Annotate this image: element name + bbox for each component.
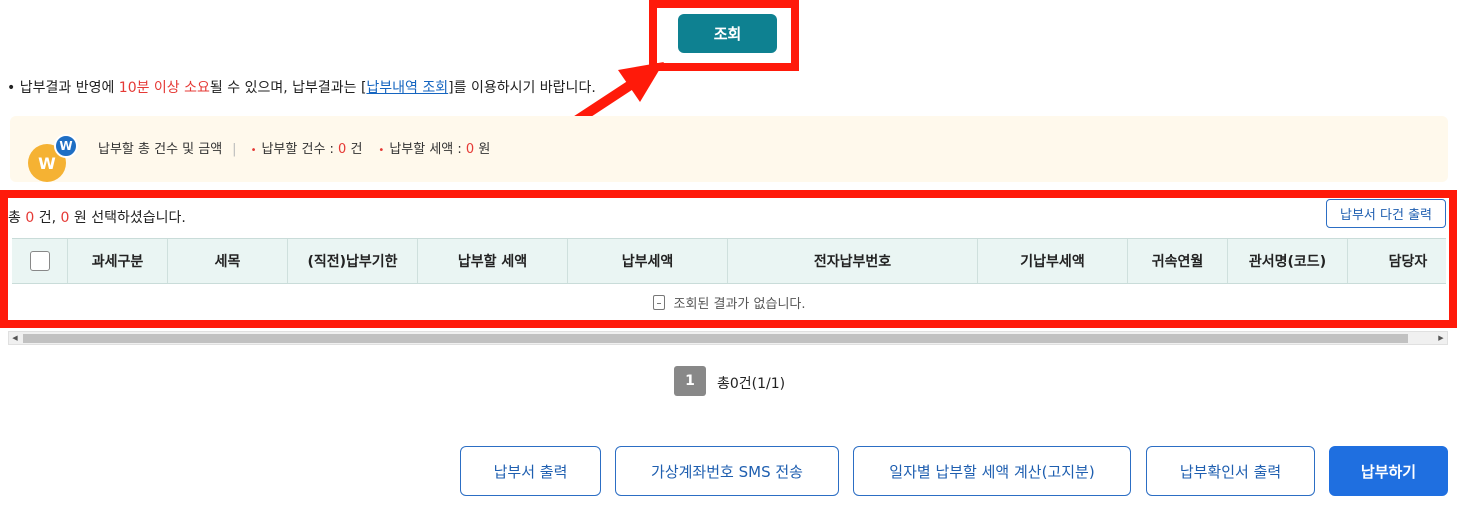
page-1-button[interactable]: 1 <box>674 366 706 396</box>
amount-unit: 원 <box>474 142 491 157</box>
payment-confirmation-button[interactable]: 납부확인서 출력 <box>1146 446 1315 496</box>
sms-virtual-account-button[interactable]: 가상계좌번호 SMS 전송 <box>615 446 839 496</box>
table-highlight <box>0 190 1457 328</box>
bullet-icon: • <box>378 145 385 156</box>
notice-text: • 납부결과 반영에 10분 이상 소요될 수 있으며, 납부결과는 [납부내역… <box>7 77 596 97</box>
notice-highlight: 10분 이상 소요 <box>118 80 210 96</box>
summary-title: 납부할 총 건수 및 금액 <box>98 142 223 157</box>
pay-button[interactable]: 납부하기 <box>1329 446 1448 496</box>
notice-part2: 될 수 있으며, 납부결과는 [ <box>209 80 367 96</box>
print-bill-button[interactable]: 납부서 출력 <box>460 446 601 496</box>
logo-w-small: W <box>54 134 78 158</box>
amount-value: 0 <box>465 142 475 157</box>
amount-label: 납부할 세액 : <box>389 142 466 157</box>
bullet-icon: • <box>250 145 257 156</box>
count-label: 납부할 건수 : <box>261 142 339 157</box>
count-unit: 건 <box>346 142 363 157</box>
horizontal-scrollbar[interactable]: ◀ ▶ <box>8 331 1448 345</box>
page-total-text: 총0건(1/1) <box>717 376 786 392</box>
notice-part1: 납부결과 반영에 <box>19 80 119 96</box>
divider: | <box>232 142 237 157</box>
payment-history-link[interactable]: 납부내역 조회 <box>366 80 448 96</box>
bullet: • <box>7 80 16 96</box>
hometax-logo-icon: W W <box>28 134 80 182</box>
notice-part3: ]를 이용하시기 바랍니다. <box>448 80 596 96</box>
scroll-right-icon[interactable]: ▶ <box>1435 332 1447 344</box>
scroll-thumb[interactable] <box>23 334 1408 343</box>
summary-text: 납부할 총 건수 및 금액 | • 납부할 건수 : 0 건 • 납부할 세액 : 0 원 <box>98 138 490 157</box>
daily-tax-calc-button[interactable]: 일자별 납부할 세액 계산(고지분) <box>853 446 1131 496</box>
scroll-left-icon[interactable]: ◀ <box>9 332 21 344</box>
